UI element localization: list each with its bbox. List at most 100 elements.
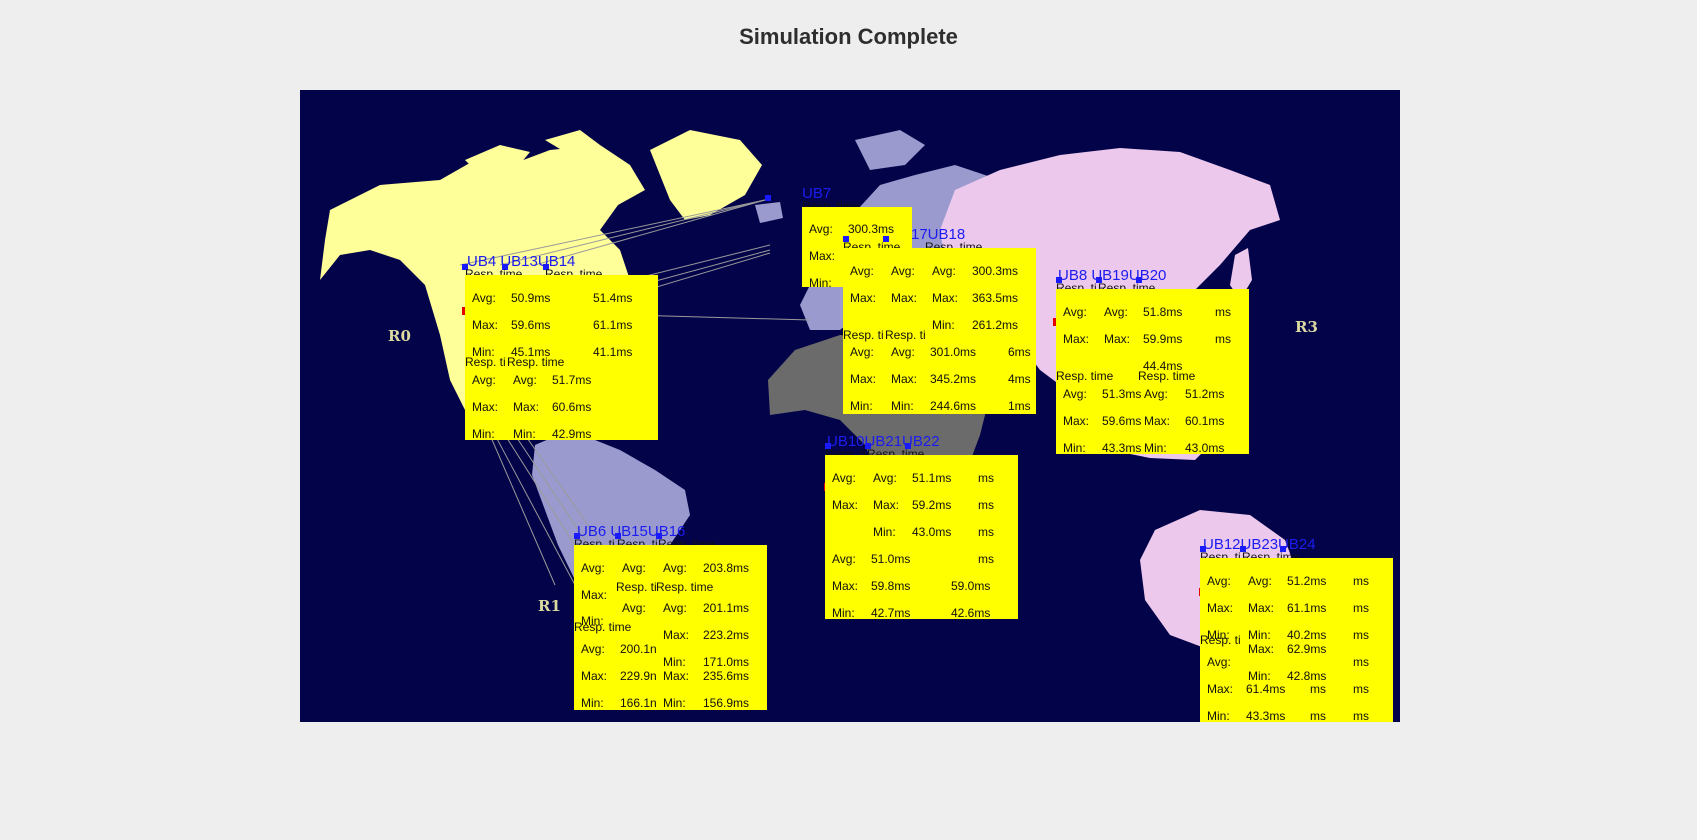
- max-label: Max:: [472, 318, 499, 332]
- min-label: Min:: [1248, 628, 1271, 642]
- scandinavia: [855, 130, 925, 170]
- unit-label: ms: [1310, 709, 1326, 722]
- min-label: Min:: [832, 606, 855, 619]
- greenland-landmass: [650, 130, 762, 220]
- unit-label: ms: [978, 471, 994, 485]
- page-title: Simulation Complete: [739, 24, 958, 49]
- avg-label: Avg:: [622, 601, 646, 615]
- avg-label: Avg:: [581, 561, 605, 575]
- max-value: 363.5ms: [972, 291, 1019, 305]
- max-value: 229.9n: [620, 669, 657, 683]
- min-label: Min:: [809, 276, 832, 287]
- avg-label: Avg:: [513, 373, 537, 387]
- avg-value: 51.2ms: [1287, 574, 1327, 588]
- avg-value: 200.1n: [620, 642, 657, 656]
- stats-panel-eu[interactable]: Avg: Avg: Avg: 300.3ms Max: Max: Max: 36…: [843, 248, 1036, 414]
- min-value: 43.0ms: [1185, 441, 1225, 454]
- max-label: Max:: [1063, 332, 1090, 346]
- max-value: 4ms: [1008, 372, 1031, 386]
- avg-label: Avg:: [1144, 387, 1168, 401]
- max-value: 235.6ms: [703, 669, 750, 683]
- min-value: 261.2ms: [972, 318, 1019, 332]
- max-label: Max:: [1207, 601, 1234, 615]
- min-label: Min:: [663, 655, 686, 669]
- unit-label: ms: [1353, 655, 1369, 669]
- min-value: 244.6ms: [930, 399, 977, 413]
- unit-label: ms: [978, 498, 994, 512]
- avg-label: Avg:: [663, 601, 687, 615]
- unit-label: ms: [1353, 628, 1369, 642]
- avg-label: Avg:: [832, 471, 856, 485]
- max-label: Max:: [832, 579, 859, 593]
- max-label: Max:: [1207, 682, 1234, 696]
- avg-label: Avg:: [1248, 574, 1272, 588]
- unit-label: ms: [1353, 682, 1369, 696]
- resp-time-label: Resp. ti: [465, 355, 506, 369]
- stats-panel-asia[interactable]: Avg: Avg: 51.8ms ms Max: Max: 59.9ms ms …: [1056, 289, 1249, 454]
- avg-value: 300.3ms: [848, 222, 895, 236]
- avg-value: 51.2ms: [1185, 387, 1225, 401]
- min-value: 42.6ms: [951, 606, 991, 619]
- avg-value: 201.1ms: [703, 601, 750, 615]
- avg-value: 301.0ms: [930, 345, 977, 359]
- avg-value: 51.4ms: [593, 291, 633, 305]
- min-value: 41.1ms: [593, 345, 633, 359]
- user-base-marker[interactable]: [765, 195, 771, 201]
- resp-time-label: Resp. time: [1138, 369, 1196, 383]
- max-label: Max:: [1248, 642, 1275, 656]
- avg-value: 51.7ms: [552, 373, 592, 387]
- max-value: 60.1ms: [1185, 414, 1225, 428]
- avg-label: Avg:: [873, 471, 897, 485]
- min-value: 166.1n: [620, 696, 657, 710]
- avg-value: 300.3ms: [972, 264, 1019, 278]
- stats-panel-af[interactable]: Avg: Avg: 51.1ms ms Max: Max: 59.2ms ms …: [825, 455, 1018, 619]
- min-label: Min:: [891, 399, 914, 413]
- max-value: 345.2ms: [930, 372, 977, 386]
- max-label: Max:: [932, 291, 959, 305]
- unit-label: ms: [1310, 682, 1326, 696]
- min-label: Min:: [873, 525, 896, 539]
- world-map[interactable]: R0 R1 R3 UB4 UB13UB14 Resp. time Resp. t…: [300, 90, 1400, 722]
- max-value: 223.2ms: [703, 628, 750, 642]
- max-label: Max:: [472, 400, 499, 414]
- max-value: 59.6ms: [511, 318, 551, 332]
- stats-panel-sa[interactable]: Avg: Avg: Avg: 203.8ms Max: Resp. ti Res…: [574, 545, 767, 710]
- max-label: Max:: [832, 498, 859, 512]
- avg-label: Avg:: [850, 345, 874, 359]
- avg-label: Avg:: [809, 222, 833, 236]
- max-label: Max:: [581, 588, 608, 602]
- avg-label: Avg:: [1104, 305, 1128, 319]
- max-label: Max:: [1144, 414, 1171, 428]
- avg-label: Avg:: [891, 345, 915, 359]
- max-label: Max:: [891, 372, 918, 386]
- max-value: 61.1ms: [1287, 601, 1327, 615]
- max-value: 60.6ms: [552, 400, 592, 414]
- min-label: Min:: [1207, 709, 1230, 722]
- resp-time-label: Resp. ti: [885, 328, 926, 342]
- avg-label: Avg:: [1063, 305, 1087, 319]
- region-label-r1: R1: [538, 597, 561, 615]
- min-label: Min:: [850, 399, 873, 413]
- min-value: 1ms: [1008, 399, 1031, 413]
- min-label: Min:: [1144, 441, 1167, 454]
- avg-label: Avg:: [1207, 655, 1231, 669]
- uk-island: [755, 202, 783, 223]
- avg-value: 6ms: [1008, 345, 1031, 359]
- avg-label: Avg:: [663, 561, 687, 575]
- avg-label: Avg:: [581, 642, 605, 656]
- avg-label: Avg:: [891, 264, 915, 278]
- min-value: 43.3ms: [1246, 709, 1286, 722]
- max-value: 59.2ms: [912, 498, 952, 512]
- resp-time-label: Resp. time: [1056, 369, 1114, 383]
- min-value: 43.0ms: [912, 525, 952, 539]
- avg-value: 203.8ms: [703, 561, 750, 575]
- max-label: Max:: [873, 498, 900, 512]
- resp-time-label: Resp. ti: [843, 328, 884, 342]
- stats-panel-oc[interactable]: Avg: Avg: 51.2ms ms Max: Max: 61.1ms ms …: [1200, 558, 1393, 722]
- avg-label: Avg:: [472, 291, 496, 305]
- avg-value: 50.9ms: [511, 291, 551, 305]
- max-label: Max:: [581, 669, 608, 683]
- stats-panel-na[interactable]: Avg: 50.9ms 51.4ms Max: 59.6ms 61.1ms Mi…: [465, 275, 658, 440]
- max-value: 61.4ms: [1246, 682, 1286, 696]
- region-label-r3: R3: [1295, 318, 1318, 336]
